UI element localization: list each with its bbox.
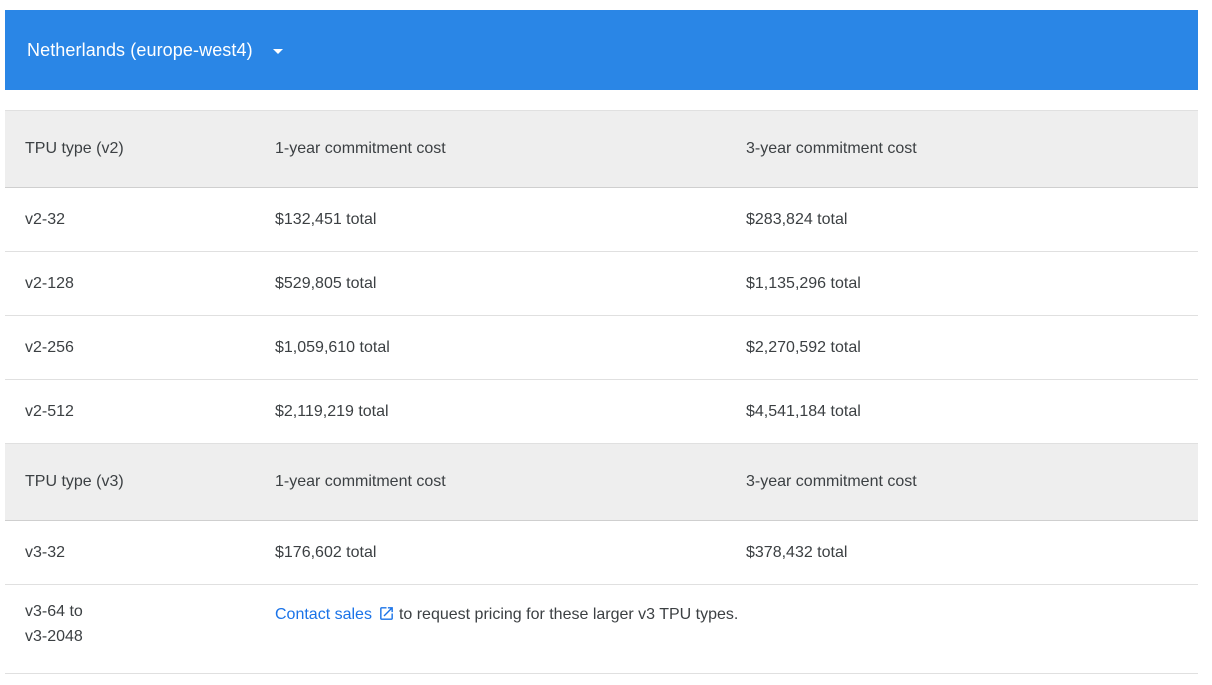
region-selector[interactable]: Netherlands (europe-west4) xyxy=(5,10,1198,90)
arrow-drop-down-icon[interactable] xyxy=(272,48,283,54)
three-year-cost-cell: $2,270,592 total xyxy=(746,338,861,356)
header-3-year-cost: 3-year commitment cost xyxy=(746,473,917,490)
contact-sales-cell: Contact sales to request pricing for thes… xyxy=(255,605,1198,627)
tpu-type-cell: v2-128 xyxy=(25,274,74,292)
table-header-v2: TPU type (v2) 1-year commitment cost 3-y… xyxy=(5,111,1198,188)
header-3-year-cost: 3-year commitment cost xyxy=(746,140,917,157)
table-row: v2-32 $132,451 total $283,824 total xyxy=(5,188,1198,252)
header-1-year-cost: 1-year commitment cost xyxy=(275,473,446,490)
header-tpu-type-v2: TPU type (v2) xyxy=(25,140,124,157)
tpu-type-cell: v2-256 xyxy=(25,338,74,356)
tpu-type-cell: v3-32 xyxy=(25,543,66,561)
table-row: v2-512 $2,119,219 total $4,541,184 total xyxy=(5,380,1198,444)
three-year-cost-cell: $4,541,184 total xyxy=(746,402,861,420)
contact-sales-message: to request pricing for these larger v3 T… xyxy=(398,606,739,623)
tpu-type-cell: v2-512 xyxy=(25,402,74,420)
header-1-year-cost: 1-year commitment cost xyxy=(275,140,446,157)
open-in-new-icon xyxy=(378,605,395,627)
tpu-pricing-table: TPU type (v2) 1-year commitment cost 3-y… xyxy=(5,110,1198,674)
tpu-type-cell: v2-32 xyxy=(25,210,66,228)
table-row: v2-128 $529,805 total $1,135,296 total xyxy=(5,252,1198,316)
contact-sales-label: Contact sales xyxy=(275,606,372,623)
table-row: v2-256 $1,059,610 total $2,270,592 total xyxy=(5,316,1198,380)
one-year-cost-cell: $132,451 total xyxy=(275,210,377,228)
region-label: Netherlands (europe-west4) xyxy=(27,39,253,60)
tpu-type-range-cell: v3-64 to v3-2048 xyxy=(5,599,255,649)
three-year-cost-cell: $378,432 total xyxy=(746,543,848,561)
table-row-large-v3: v3-64 to v3-2048 Contact sales to request… xyxy=(5,585,1198,674)
tpu-type-range-end: v3-2048 xyxy=(25,628,83,645)
one-year-cost-cell: $1,059,610 total xyxy=(275,338,390,356)
contact-sales-link[interactable]: Contact sales xyxy=(275,606,399,623)
one-year-cost-cell: $529,805 total xyxy=(275,274,377,292)
three-year-cost-cell: $1,135,296 total xyxy=(746,274,861,292)
table-row: v3-32 $176,602 total $378,432 total xyxy=(5,521,1198,585)
one-year-cost-cell: $2,119,219 total xyxy=(275,402,389,420)
header-tpu-type-v3: TPU type (v3) xyxy=(25,473,124,490)
one-year-cost-cell: $176,602 total xyxy=(275,543,377,561)
three-year-cost-cell: $283,824 total xyxy=(746,210,848,228)
table-header-v3: TPU type (v3) 1-year commitment cost 3-y… xyxy=(5,444,1198,521)
tpu-type-range-start: v3-64 to xyxy=(25,603,83,620)
